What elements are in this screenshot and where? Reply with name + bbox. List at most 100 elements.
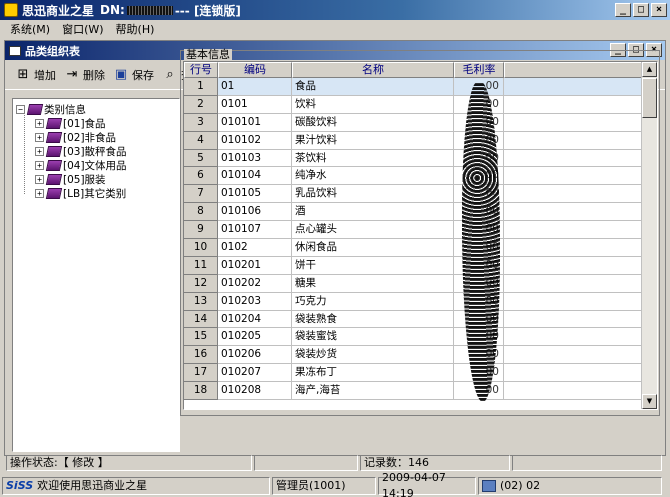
expand-icon[interactable]: +	[35, 188, 44, 198]
cell-name[interactable]: 休闲食品	[292, 239, 454, 257]
cell-blank[interactable]	[504, 113, 642, 132]
table-row[interactable]: 6010104纯净水00	[184, 167, 642, 186]
row-number[interactable]: 1	[184, 78, 218, 96]
cell-blank[interactable]	[504, 239, 642, 257]
header-name[interactable]: 名称	[292, 62, 454, 78]
tree-item-lb[interactable]: + [LB]其它类别	[35, 186, 126, 200]
cell-code[interactable]: 010104	[218, 167, 292, 186]
cell-name[interactable]: 茶饮料	[292, 149, 454, 168]
row-number[interactable]: 14	[184, 310, 218, 329]
table-row[interactable]: 18 010208 海产,海苔 00	[184, 382, 642, 401]
cell-code[interactable]: 010102	[218, 131, 292, 150]
cell-blank[interactable]	[504, 78, 642, 96]
cell-code[interactable]: 010103	[218, 149, 292, 168]
cell-blank[interactable]	[504, 95, 642, 114]
row-number[interactable]: 5	[184, 149, 218, 168]
cell-code[interactable]: 010202	[218, 274, 292, 293]
table-row[interactable]: 7010105乳品饮料00	[184, 185, 642, 204]
save-button[interactable]: ▣ 保存	[109, 63, 157, 87]
tree-item-03[interactable]: + [03]散秤食品	[35, 144, 127, 158]
cell-name[interactable]: 乳品饮料	[292, 185, 454, 204]
table-row[interactable]: 15010205袋装蜜饯00	[184, 328, 642, 347]
cell-blank[interactable]	[504, 382, 642, 401]
tree-root[interactable]: − 类别信息	[16, 102, 86, 116]
delete-button[interactable]: ⇥ 删除	[60, 63, 108, 87]
table-row[interactable]: 13010203巧克力00	[184, 292, 642, 311]
row-number[interactable]: 16	[184, 346, 218, 365]
cell-blank[interactable]	[504, 149, 642, 168]
row-number[interactable]: 13	[184, 292, 218, 311]
cell-name[interactable]: 袋装蜜饯	[292, 328, 454, 347]
table-row[interactable]: 1 01 食品 00	[184, 78, 642, 96]
cell-code[interactable]: 010106	[218, 203, 292, 222]
cell-blank[interactable]	[504, 167, 642, 186]
cell-blank[interactable]	[504, 274, 642, 293]
scroll-up-arrow-icon[interactable]: ▲	[642, 62, 657, 77]
close-button[interactable]: ×	[651, 3, 667, 17]
cell-name[interactable]: 纯净水	[292, 167, 454, 186]
header-code[interactable]: 编码	[218, 62, 292, 78]
cell-blank[interactable]	[504, 364, 642, 383]
cell-name[interactable]: 海产,海苔	[292, 382, 454, 401]
row-number[interactable]: 10	[184, 239, 218, 257]
row-number[interactable]: 18	[184, 382, 218, 401]
cell-name[interactable]: 巧克力	[292, 292, 454, 311]
cell-blank[interactable]	[504, 328, 642, 347]
cell-name[interactable]: 碳酸饮料	[292, 113, 454, 132]
cell-name[interactable]: 袋装熟食	[292, 310, 454, 329]
cell-code[interactable]: 010201	[218, 256, 292, 275]
table-row[interactable]: 9010107点心罐头00	[184, 221, 642, 240]
tree-item-01[interactable]: + [01]食品	[35, 116, 106, 130]
collapse-icon[interactable]: −	[16, 104, 25, 114]
table-row[interactable]: 12010202糖果00	[184, 274, 642, 293]
expand-icon[interactable]: +	[35, 146, 44, 156]
category-tree[interactable]: − 类别信息 + [01]食品 + [02]非食品 + [03]散秤食品 + […	[12, 98, 180, 452]
expand-icon[interactable]: +	[35, 132, 44, 142]
row-number[interactable]: 7	[184, 185, 218, 204]
cell-blank[interactable]	[504, 310, 642, 329]
scroll-thumb[interactable]	[642, 78, 657, 118]
row-number[interactable]: 4	[184, 131, 218, 150]
cell-name[interactable]: 食品	[292, 78, 454, 96]
cell-code[interactable]: 01	[218, 78, 292, 96]
cell-code[interactable]: 0101	[218, 95, 292, 114]
cell-blank[interactable]	[504, 185, 642, 204]
cell-blank[interactable]	[504, 346, 642, 365]
cell-name[interactable]: 袋装炒货	[292, 346, 454, 365]
scroll-down-arrow-icon[interactable]: ▼	[642, 394, 657, 409]
cell-code[interactable]: 010204	[218, 310, 292, 329]
cell-code[interactable]: 010203	[218, 292, 292, 311]
row-number[interactable]: 12	[184, 274, 218, 293]
cell-code[interactable]: 010105	[218, 185, 292, 204]
row-number[interactable]: 6	[184, 167, 218, 186]
category-grid[interactable]: 行号 编码 名称 毛利率 1 01 食品 00 2 0101 饮料 00 3 010101 碳酸饮料…	[183, 61, 658, 410]
cell-name[interactable]: 饮料	[292, 95, 454, 114]
row-number[interactable]: 3	[184, 113, 218, 132]
grid-scrollbar[interactable]: ▲ ▼	[641, 62, 657, 409]
menu-window[interactable]: 窗口(W)	[56, 21, 109, 37]
cell-code[interactable]: 010206	[218, 346, 292, 365]
row-number[interactable]: 15	[184, 328, 218, 347]
table-row[interactable]: 17010207果冻布丁00	[184, 364, 642, 383]
table-row[interactable]: 16010206袋装炒货00	[184, 346, 642, 365]
cell-name[interactable]: 酒	[292, 203, 454, 222]
cell-name[interactable]: 果汁饮料	[292, 131, 454, 150]
expand-icon[interactable]: +	[35, 118, 44, 128]
cell-blank[interactable]	[504, 256, 642, 275]
cell-name[interactable]: 点心罐头	[292, 221, 454, 240]
add-button[interactable]: ⊞ 增加	[11, 63, 59, 87]
maximize-button[interactable]: □	[633, 3, 649, 17]
cell-blank[interactable]	[504, 203, 642, 222]
cell-name[interactable]: 糖果	[292, 274, 454, 293]
header-row-no[interactable]: 行号	[184, 62, 218, 78]
header-margin[interactable]: 毛利率	[454, 62, 504, 78]
minimize-button[interactable]: _	[615, 3, 631, 17]
table-row[interactable]: 3010101碳酸饮料00	[184, 113, 642, 132]
cell-code[interactable]: 010205	[218, 328, 292, 347]
row-number[interactable]: 17	[184, 364, 218, 383]
table-row[interactable]: 100102休闲食品00	[184, 239, 642, 257]
cell-code[interactable]: 010207	[218, 364, 292, 383]
table-row[interactable]: 14010204袋装熟食00	[184, 310, 642, 329]
cell-blank[interactable]	[504, 131, 642, 150]
cell-code[interactable]: 0102	[218, 239, 292, 257]
